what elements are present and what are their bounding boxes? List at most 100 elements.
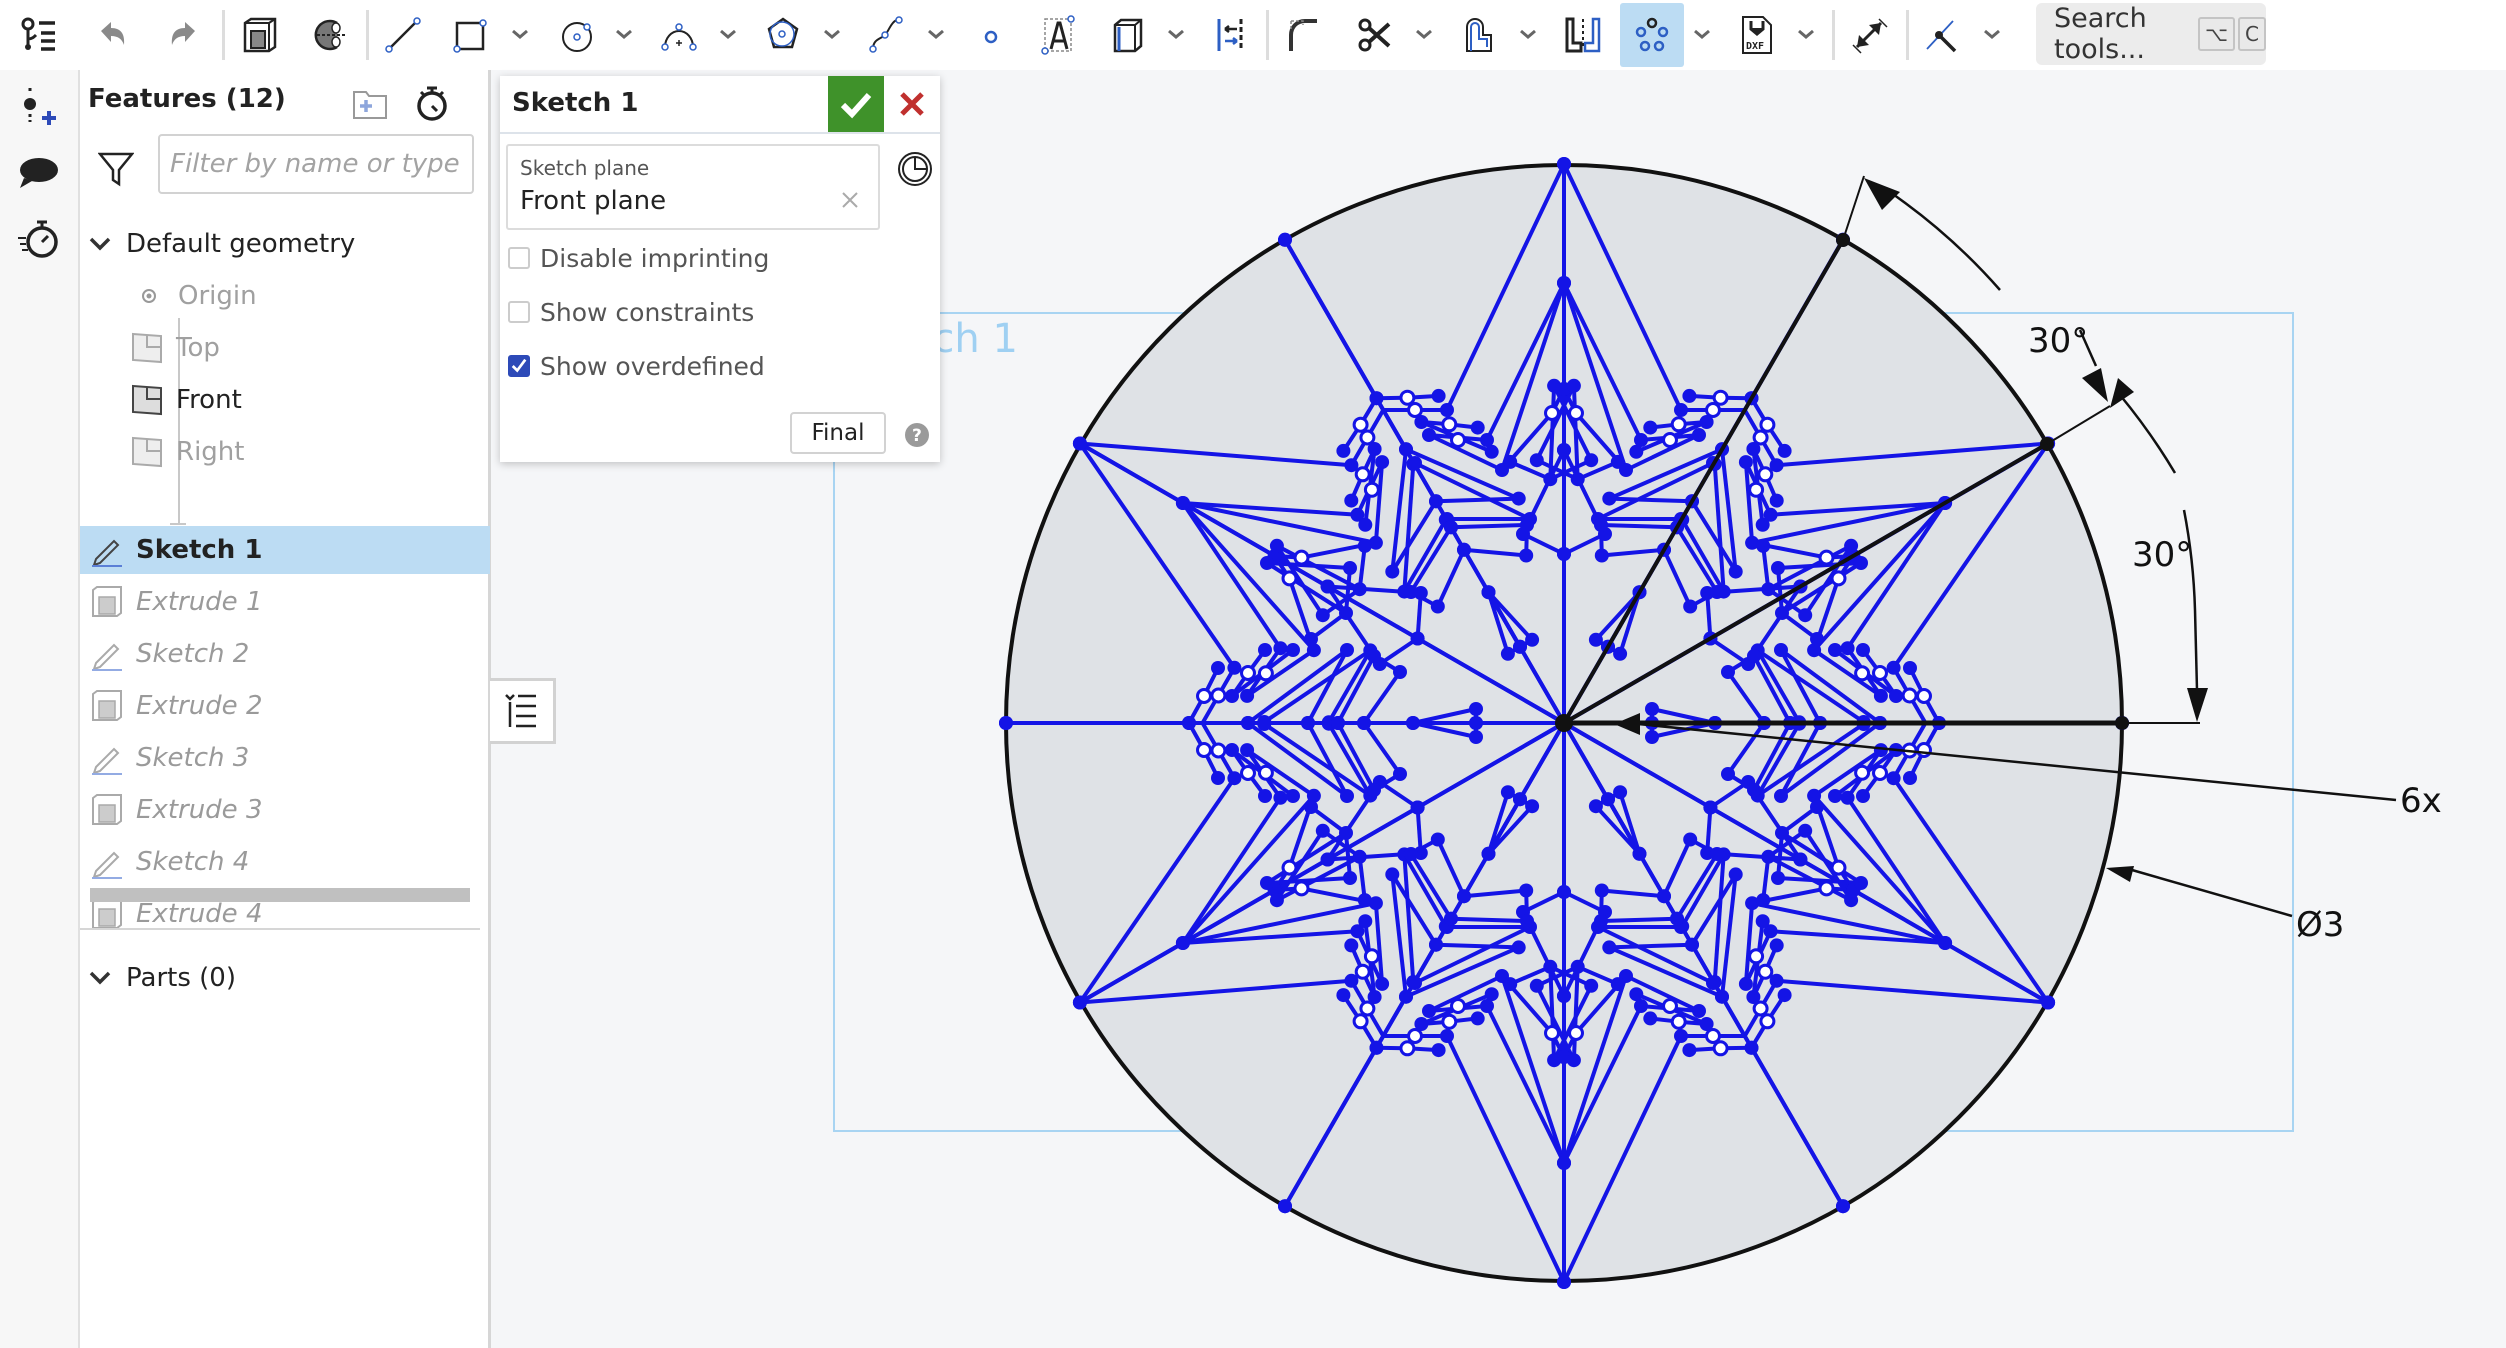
sketch-point[interactable]: [1761, 582, 1776, 597]
sketch-point[interactable]: [1072, 995, 1087, 1010]
sketch-point[interactable]: [1414, 415, 1429, 429]
sketch-point[interactable]: [1385, 564, 1400, 579]
sketch-midpoint[interactable]: [1281, 570, 1298, 587]
sketch-point[interactable]: [1336, 443, 1351, 458]
sketch-point[interactable]: [1844, 893, 1859, 908]
sketch-point[interactable]: [1331, 716, 1345, 730]
intersection-tool-button[interactable]: [1918, 10, 1968, 60]
sketch-midpoint[interactable]: [1568, 1025, 1584, 1041]
sketch-point[interactable]: [2041, 995, 2056, 1010]
sketch-midpoint[interactable]: [1354, 963, 1371, 980]
sketch-midpoint[interactable]: [1830, 859, 1847, 876]
sketch-midpoint[interactable]: [1399, 389, 1416, 406]
sketch-point[interactable]: [1343, 561, 1357, 575]
sketch-point[interactable]: [1175, 936, 1190, 950]
sketch-point[interactable]: [1775, 606, 1789, 620]
sketch-point[interactable]: [1340, 789, 1354, 803]
sketch-line[interactable]: [1450, 916, 1528, 923]
sketch-midpoint[interactable]: [1818, 549, 1835, 566]
sketch-point[interactable]: [1670, 911, 1684, 926]
cancel-button[interactable]: [884, 76, 940, 132]
sketch-line[interactable]: [1600, 523, 1678, 530]
sketch-point[interactable]: [1320, 852, 1335, 867]
sketch-point[interactable]: [1227, 660, 1242, 675]
sketch-point[interactable]: [1889, 689, 1903, 703]
sketch-point[interactable]: [1938, 936, 1953, 950]
sketch-point[interactable]: [1828, 789, 1842, 803]
sketch-midpoint[interactable]: [1407, 402, 1423, 418]
sketch-point[interactable]: [1777, 988, 1792, 1003]
sketch-point[interactable]: [1269, 538, 1284, 553]
sketch-midpoint[interactable]: [1670, 1013, 1687, 1030]
undo-button[interactable]: [88, 10, 138, 60]
sketch-midpoint[interactable]: [1293, 549, 1310, 566]
mirror-tool-button[interactable]: [1558, 10, 1608, 60]
sketch-point[interactable]: [1557, 989, 1571, 1003]
sketch-midpoint[interactable]: [1281, 859, 1298, 876]
spline-dropdown-chevron-icon[interactable]: [924, 22, 948, 46]
sketch-point[interactable]: [1357, 716, 1371, 730]
sketch-point[interactable]: [1706, 976, 1720, 990]
sketch-point[interactable]: [1520, 914, 1534, 928]
sketch-point[interactable]: [1500, 646, 1515, 661]
sketch-point[interactable]: [1610, 454, 1625, 469]
sketch-midpoint[interactable]: [1196, 742, 1212, 758]
sketch-point[interactable]: [1755, 517, 1770, 532]
sketch-point[interactable]: [1836, 1199, 1850, 1214]
sketch-point[interactable]: [1340, 643, 1354, 657]
dimension-tool-button[interactable]: [1844, 10, 1894, 60]
sketch-point[interactable]: [1225, 689, 1239, 703]
sketch-point[interactable]: [1775, 826, 1789, 840]
sketch-point[interactable]: [1856, 643, 1870, 657]
trim-dropdown-chevron-icon[interactable]: [1412, 22, 1436, 46]
filter-input[interactable]: [158, 134, 474, 194]
arc-tool-button[interactable]: [654, 10, 704, 60]
sketch-midpoint[interactable]: [1670, 416, 1687, 433]
offset-tool-button[interactable]: [1206, 10, 1256, 60]
sketch-point[interactable]: [1357, 538, 1372, 553]
sketch-point[interactable]: [999, 716, 1013, 730]
point-tool-button[interactable]: [966, 10, 1016, 60]
sketch-point[interactable]: [1710, 585, 1724, 599]
insert-variable-icon[interactable]: [16, 84, 62, 130]
spline-tool-button[interactable]: [862, 10, 912, 60]
sketch-point[interactable]: [1594, 883, 1609, 898]
sketch-midpoint[interactable]: [1818, 880, 1835, 897]
sketch-point[interactable]: [1269, 893, 1284, 908]
tree-item-front[interactable]: Front: [80, 376, 530, 424]
sketch-midpoint[interactable]: [1712, 1040, 1729, 1057]
tree-item-extrude-1[interactable]: Extrude 1: [80, 578, 490, 626]
sketch-point[interactable]: [1410, 631, 1425, 646]
sketch-point[interactable]: [1570, 472, 1585, 487]
extrude-button[interactable]: [234, 10, 284, 60]
sketch-point[interactable]: [1399, 989, 1413, 1004]
sketch-midpoint[interactable]: [1705, 1028, 1721, 1044]
sketch-point[interactable]: [1683, 599, 1698, 614]
sketch-point[interactable]: [1738, 455, 1753, 470]
sketch-midpoint[interactable]: [1441, 1013, 1458, 1030]
sketch-point[interactable]: [1657, 889, 1671, 904]
sketch-point[interactable]: [1406, 975, 1421, 989]
sketch-point[interactable]: [1629, 444, 1644, 459]
sketch-point[interactable]: [1211, 771, 1225, 785]
sketch-midpoint[interactable]: [1240, 665, 1256, 681]
sketch-point[interactable]: [1557, 885, 1571, 899]
final-button[interactable]: Final: [790, 412, 886, 454]
sketch-point[interactable]: [1682, 388, 1697, 403]
sketch-point[interactable]: [1728, 564, 1743, 579]
sketch-point[interactable]: [1715, 989, 1729, 1004]
sketch-midpoint[interactable]: [1210, 742, 1227, 759]
sketch-point[interactable]: [1358, 914, 1373, 929]
disable-imprinting-checkbox[interactable]: [508, 247, 530, 269]
tree-group-default-geometry[interactable]: Default geometry: [80, 220, 480, 268]
sketch-midpoint[interactable]: [1872, 765, 1888, 781]
sketch-midpoint[interactable]: [1441, 416, 1458, 433]
circular-pattern-button[interactable]: [1620, 3, 1684, 67]
show-constraints-option[interactable]: Show constraints: [508, 292, 754, 332]
sketch-point[interactable]: [1519, 548, 1534, 563]
sketch-point[interactable]: [1430, 599, 1445, 614]
sketch-plane-field[interactable]: Sketch plane Front plane: [506, 144, 880, 230]
sketch-point[interactable]: [1557, 1275, 1571, 1289]
sketch-point[interactable]: [1500, 785, 1515, 800]
sketch-point[interactable]: [1645, 702, 1659, 716]
